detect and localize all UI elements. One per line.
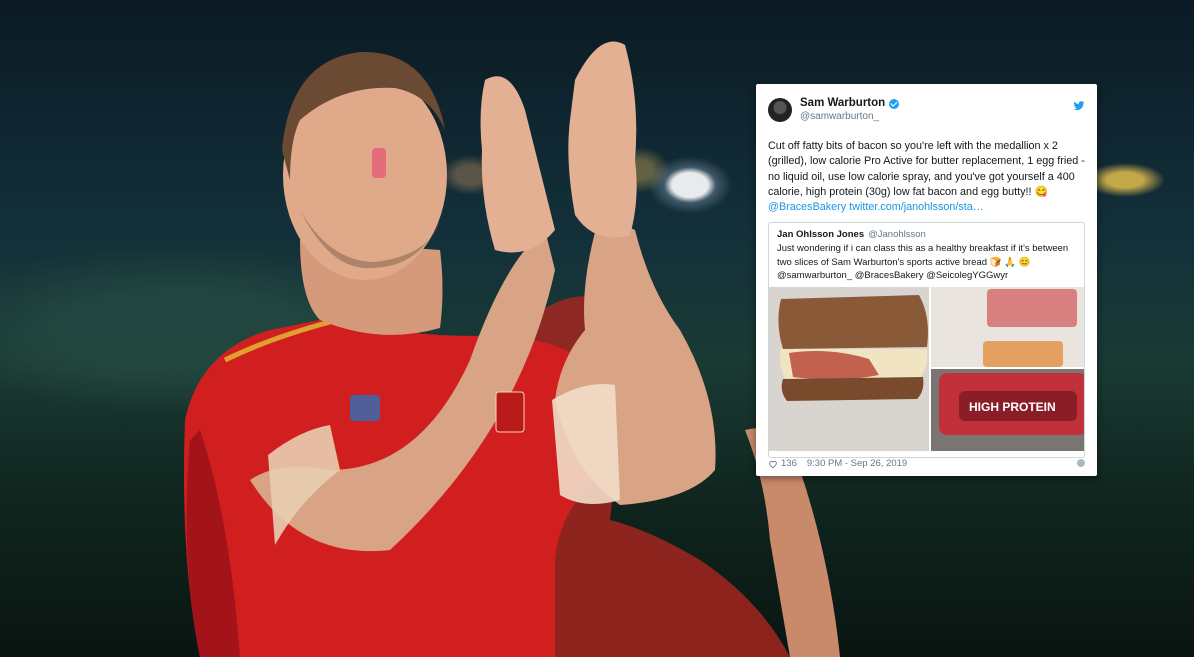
quoted-text-body: Just wondering if i can class this as a … [777,243,1069,268]
quoted-handle: @Janohlsson [868,229,926,241]
avatar[interactable] [768,98,792,122]
arm-tape [552,384,620,504]
tweet-footer: 136 9:30 PM - Sep 26, 2019 [768,458,1085,469]
tweet-timestamp[interactable]: 9:30 PM - Sep 26, 2019 [807,458,907,469]
right-hand [568,41,637,238]
info-icon[interactable] [1077,459,1085,467]
author-display-name[interactable]: Sam Warburton [800,97,1073,110]
tweet-body: Cut off fatty bits of bacon so you're le… [768,140,1085,198]
mention-link[interactable]: @BracesBakery [768,201,846,213]
author-handle[interactable]: @samwarburton_ [800,110,1073,123]
quoted-display-name: Jan Ohlsson Jones [777,229,865,241]
breakfast-photos[interactable]: HIGH PROTEIN [769,286,1085,451]
left-hand [480,76,555,253]
bacon-pan [987,288,1077,327]
verified-icon [889,98,900,109]
sandwich-top-slice [778,294,928,349]
author-names: Sam Warburton @samwarburton_ [800,97,1073,123]
quoted-author: Jan Ohlsson Jones @Janohlsson [777,229,1076,241]
bread-pack-text: HIGH PROTEIN [969,400,1056,414]
egg-pan [983,340,1063,367]
quoted-tweet[interactable]: Jan Ohlsson Jones @Janohlsson Just wonder… [768,222,1085,459]
quoted-images: HIGH PROTEIN [769,286,1085,451]
quoted-tweet-link[interactable]: twitter.com/janohlsson/sta… [849,201,983,213]
quoted-text: Just wondering if i can class this as a … [777,242,1076,283]
quoted-mentions: @samwarburton_ @BracesBakery @SeicolegYG… [777,270,1009,282]
quoted-tweet-body: Jan Ohlsson Jones @Janohlsson Just wonder… [769,223,1084,283]
tweet-text: Cut off fatty bits of bacon so you're le… [768,139,1085,215]
tweet-card: Sam Warburton @samwarburton_ Cut off fat… [756,84,1097,476]
tournament-patch [350,395,380,421]
heart-icon[interactable] [768,459,778,469]
nose-tape [372,148,386,178]
tweet-header: Sam Warburton @samwarburton_ [768,97,1085,131]
like-count: 136 [781,458,797,469]
author-name-text: Sam Warburton [800,97,886,109]
jersey-badge [495,391,525,433]
twitter-bird-icon[interactable] [1073,100,1085,112]
sandwich-bottom-slice [781,376,924,401]
